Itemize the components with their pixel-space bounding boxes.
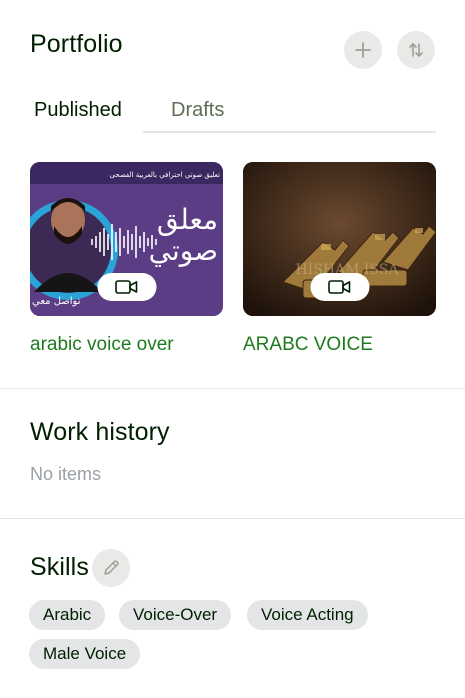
section-divider [0,388,465,389]
thumb-contact: تواصل معي [32,296,81,307]
plus-icon [355,42,371,58]
thumb-tagline: تعليق صوتي احترافي بالعربية الفصحى [109,171,220,179]
skills-title: Skills [30,553,89,581]
portfolio-item-title[interactable]: arabic voice over [30,334,174,356]
skill-chip-voice-acting[interactable]: Voice Acting [247,600,368,630]
skill-chip-voice-over[interactable]: Voice-Over [119,600,232,630]
thumb-headline-1: معلق [157,203,218,236]
work-history-empty: No items [30,464,102,484]
portfolio-item-title[interactable]: ARABC VOICE [243,334,373,356]
skill-chip-arabic[interactable]: Arabic [29,600,106,630]
skill-chip-male-voice[interactable]: Male Voice [29,639,141,669]
sort-arrows-icon [409,43,423,57]
tab-drafts[interactable]: Drafts [171,96,224,134]
pencil-icon [104,560,119,575]
video-camera-icon [115,280,138,294]
add-portfolio-button[interactable] [344,31,382,69]
video-badge [310,273,369,301]
portfolio-item-thumbnail[interactable]: معلق صوتي تعليق صوتي احترافي بالعربية ال… [30,162,223,316]
edit-skills-button[interactable] [92,549,130,587]
video-camera-icon [328,280,351,294]
portfolio-tabs: Published Drafts [30,96,436,134]
tab-published[interactable]: Published [30,96,143,134]
thumb-headline-2: صوتي [149,234,218,267]
section-divider [0,518,465,519]
portfolio-title: Portfolio [30,30,123,58]
video-badge [97,273,156,301]
reorder-portfolio-button[interactable] [397,31,435,69]
work-history-title: Work history [30,418,170,446]
portfolio-item-thumbnail[interactable]: HISHAM ISSA [243,162,436,316]
tabs-underline [143,131,436,133]
